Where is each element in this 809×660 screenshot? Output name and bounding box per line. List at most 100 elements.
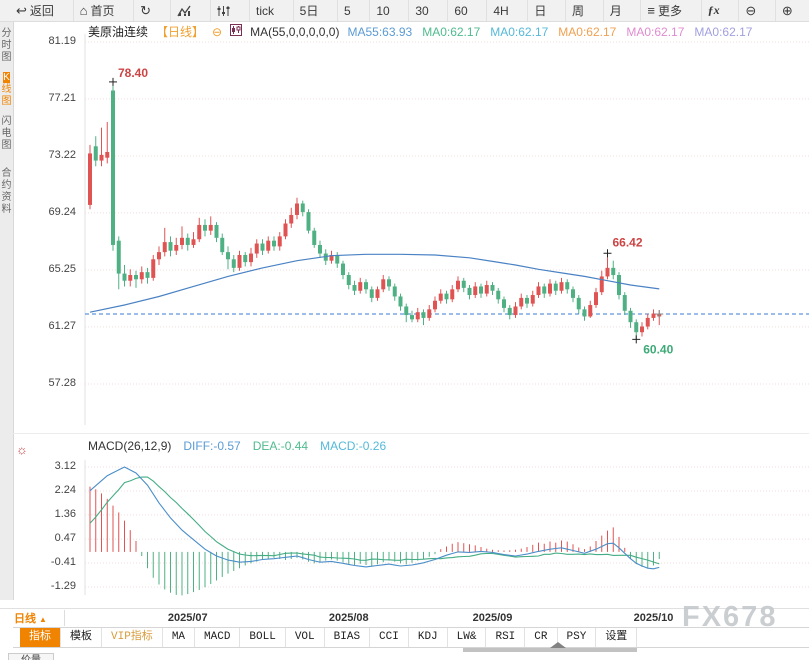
ma-value: MA0:62.17 [626, 25, 684, 39]
ma-params: MA(55,0,0,0,0,0) [250, 25, 339, 39]
sliders-icon [217, 5, 230, 17]
sidebar-item-lightning-chart[interactable]: 闪电图 [0, 116, 13, 152]
chart-legend: 美原油连续 【日线】 ⊖ MA(55,0,0,0,0,0) MA55:63.93… [88, 23, 752, 40]
partial-bottom-tab[interactable]: 价量 [8, 653, 54, 660]
tab-indicators[interactable]: 指标 [20, 628, 61, 647]
price-tick-label: 61.27 [28, 320, 76, 332]
macd-tick-label: -1.29 [28, 580, 76, 592]
interval-60min-button[interactable]: 60 [447, 0, 473, 21]
fx-icon: ƒx [708, 3, 720, 18]
zoom-in-button[interactable]: ⊕ [775, 0, 799, 21]
tab-vip-indicators[interactable]: VIP指标 [102, 628, 163, 647]
ma-value: MA0:62.17 [490, 25, 548, 39]
formula-button[interactable]: ƒx [701, 0, 726, 21]
ma-values: MA55:63.93 MA0:62.17 MA0:62.17 MA0:62.17 MA0… [347, 25, 752, 39]
current-period-label[interactable]: 日线▲ [14, 610, 65, 626]
candlestick-chart[interactable]: 78.40 66.42 60.40 [13, 22, 809, 433]
tab-vol[interactable]: VOL [286, 628, 325, 647]
pane-divider [13, 433, 809, 434]
macd-legend: MACD(26,12,9) DIFF:-0.57 DEA:-0.44 MACD:-0… [88, 439, 386, 453]
tab-lw[interactable]: LW& [448, 628, 487, 647]
tab-rsi[interactable]: RSI [486, 628, 525, 647]
svg-text:66.42: 66.42 [613, 235, 643, 249]
macd-tick-label: -0.41 [28, 556, 76, 568]
interval-30min-button[interactable]: 30 [408, 0, 434, 21]
horizontal-scrollbar-track[interactable] [463, 648, 637, 652]
interval-5day-button[interactable]: 5日 [293, 0, 325, 21]
candle-style-icon[interactable] [230, 24, 242, 39]
date-tick-label: 2025/09 [463, 612, 523, 624]
interval-month-button[interactable]: 月 [603, 0, 628, 21]
collapse-icon[interactable]: ⊖ [212, 25, 222, 39]
price-gridlines [85, 34, 809, 425]
sidebar-item-time-chart[interactable]: 分时图 [0, 28, 13, 64]
kline-active-badge: K [3, 72, 10, 83]
fx678-watermark: FX678 [682, 601, 777, 634]
tab-ma[interactable]: MA [163, 628, 195, 647]
ma-value: MA0:62.17 [558, 25, 616, 39]
macd-tick-label: 2.24 [28, 484, 76, 496]
macd-chart[interactable] [13, 435, 809, 607]
svg-text:60.40: 60.40 [643, 342, 673, 356]
chart-style-button[interactable] [170, 0, 198, 21]
interval-10min-button[interactable]: 10 [369, 0, 395, 21]
macd-values: DIFF:-0.57 DEA:-0.44 MACD:-0.26 [183, 439, 386, 453]
scrollbar-expand-arrow[interactable] [550, 642, 566, 648]
zoom-in-icon: ⊕ [782, 4, 793, 17]
home-button[interactable]: ⌂首页 [73, 0, 121, 21]
interval-4h-button[interactable]: 4H [486, 0, 514, 21]
tab-boll[interactable]: BOLL [240, 628, 285, 647]
diff-line [90, 467, 659, 569]
macd-value: DEA:-0.44 [253, 439, 308, 453]
interval-week-button[interactable]: 周 [565, 0, 590, 21]
indicator-settings-icon[interactable]: ☼ [16, 442, 28, 457]
zoom-out-button[interactable]: ⊖ [738, 0, 762, 21]
macd-histogram [90, 487, 659, 596]
ma55-line [90, 254, 659, 312]
triangle-up-icon: ▲ [39, 615, 47, 624]
interval-day-button[interactable]: 日 [527, 0, 552, 21]
back-button[interactable]: ↩返回 [10, 0, 60, 21]
back-arrow-icon: ↩ [16, 4, 27, 17]
interval-5min-button[interactable]: 5 [337, 0, 357, 21]
symbol-name: 美原油连续 [88, 23, 148, 40]
tab-macd[interactable]: MACD [195, 628, 240, 647]
period-tag: 【日线】 [156, 23, 204, 40]
chart-type-sidebar: 分时图 K线图 闪电图 合约资料 [0, 22, 14, 600]
indicator-sliders-button[interactable] [210, 0, 236, 21]
sidebar-item-kline-chart[interactable]: K线图 [0, 72, 13, 108]
back-label: 返回 [30, 2, 54, 19]
svg-text:78.40: 78.40 [118, 66, 148, 80]
tab-settings[interactable]: 设置 [596, 628, 637, 647]
candles [88, 82, 661, 339]
macd-value: DIFF:-0.57 [183, 439, 240, 453]
macd-params: MACD(26,12,9) [88, 439, 171, 453]
home-icon: ⌂ [80, 4, 88, 17]
date-tick-label: 2025/10 [624, 612, 684, 624]
kline-label: 线图 [2, 84, 12, 107]
macd-value: MACD:-0.26 [320, 439, 386, 453]
sidebar-item-contract-info[interactable]: 合约资料 [0, 168, 13, 216]
date-tick-label: 2025/08 [319, 612, 379, 624]
price-tick-label: 69.24 [28, 206, 76, 218]
date-tick-label: 2025/07 [158, 612, 218, 624]
tab-cci[interactable]: CCI [370, 628, 409, 647]
tab-kdj[interactable]: KDJ [409, 628, 448, 647]
price-tick-label: 65.25 [28, 263, 76, 275]
price-tick-label: 77.21 [28, 92, 76, 104]
refresh-button[interactable]: ↻ [133, 0, 157, 21]
bar-chart-icon [177, 5, 192, 17]
refresh-icon: ↻ [140, 4, 151, 17]
zoom-out-icon: ⊖ [745, 4, 756, 17]
more-button[interactable]: ≡更多 [640, 0, 688, 21]
price-tick-label: 57.28 [28, 377, 76, 389]
price-tick-label: 73.22 [28, 149, 76, 161]
home-label: 首页 [90, 2, 114, 19]
macd-tick-label: 0.47 [28, 532, 76, 544]
tab-bias[interactable]: BIAS [325, 628, 370, 647]
ma-value: MA0:62.17 [694, 25, 752, 39]
interval-tick-button[interactable]: tick [249, 0, 280, 21]
ma-value: MA55:63.93 [347, 25, 412, 39]
menu-icon: ≡ [647, 4, 655, 17]
tab-templates[interactable]: 模板 [61, 628, 102, 647]
